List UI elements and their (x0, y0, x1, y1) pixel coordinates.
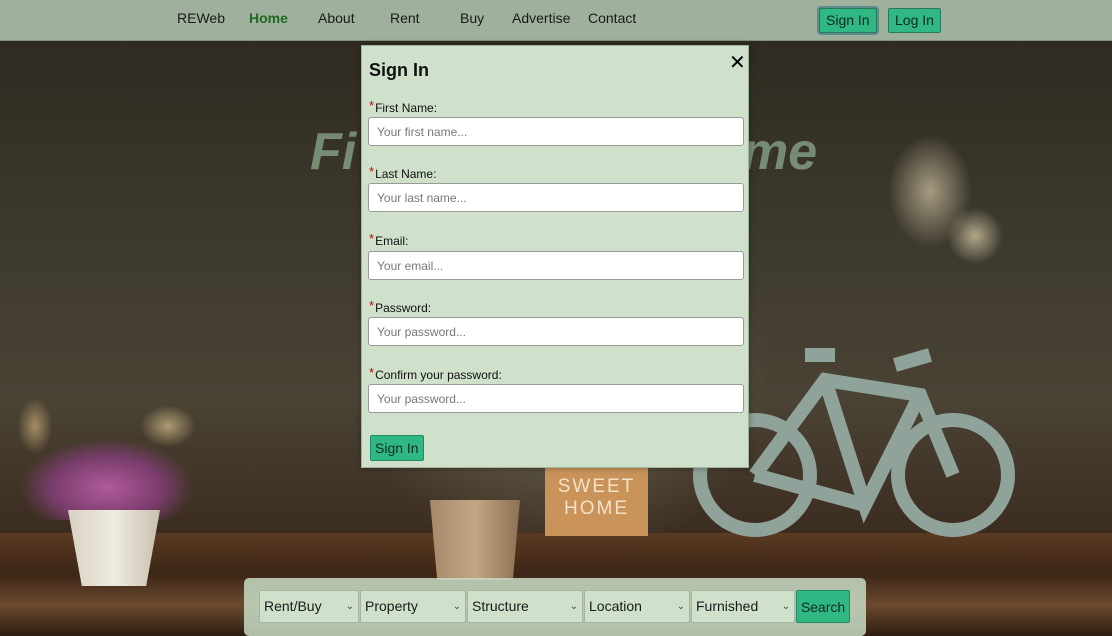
structure-select-value: Structure (472, 598, 529, 614)
nav-advertise[interactable]: Advertise (512, 10, 570, 26)
navbar: REWeb Home About Rent Buy Advertise Cont… (0, 0, 1112, 41)
sweet-home-sign: SWEET HOME (545, 462, 648, 536)
structure-select[interactable]: Structure ⌄ (467, 590, 583, 623)
confirm-password-input[interactable] (368, 384, 744, 413)
hero-title-right: me (742, 123, 818, 181)
furnished-select-value: Furnished (696, 598, 759, 614)
property-select-value: Property (365, 598, 418, 614)
rent-buy-select[interactable]: Rent/Buy ⌄ (259, 590, 359, 623)
required-marker: * (369, 164, 375, 179)
close-icon[interactable]: ✕ (729, 50, 746, 74)
last-name-label: *Last Name: (369, 164, 437, 181)
last-name-input[interactable] (368, 183, 744, 212)
chevron-down-icon: ⌄ (345, 601, 354, 612)
rent-buy-select-value: Rent/Buy (264, 598, 322, 614)
chevron-down-icon: ⌄ (569, 601, 578, 612)
email-input[interactable] (368, 251, 744, 280)
required-marker: * (369, 98, 375, 113)
email-label: *Email: (369, 231, 409, 248)
required-marker: * (369, 365, 375, 380)
first-name-label: *First Name: (369, 98, 438, 115)
nav-contact[interactable]: Contact (588, 10, 636, 26)
password-input[interactable] (368, 317, 744, 346)
signin-modal: Sign In ✕ *First Name: *Last Name: *Emai… (361, 45, 749, 468)
chevron-down-icon: ⌄ (452, 601, 461, 612)
flower-pot-image (68, 510, 160, 586)
nav-home-label: Home (249, 10, 288, 26)
password-label: *Password: (369, 298, 432, 315)
first-name-input[interactable] (368, 117, 744, 146)
confirm-password-label: *Confirm your password: (369, 365, 502, 382)
chevron-down-icon: ⌄ (676, 601, 685, 612)
nav-home[interactable]: Home (249, 10, 288, 26)
search-button[interactable]: Search (796, 590, 850, 623)
plant-pot-image (430, 500, 520, 580)
required-marker: * (369, 231, 375, 246)
location-select[interactable]: Location ⌄ (584, 590, 690, 623)
location-select-value: Location (589, 598, 642, 614)
nav-about[interactable]: About (318, 10, 355, 26)
nav-rent[interactable]: Rent (390, 10, 420, 26)
required-marker: * (369, 298, 375, 313)
nav-login-button[interactable]: Log In (888, 8, 941, 33)
chevron-down-icon: ⌄ (781, 601, 790, 612)
modal-title: Sign In (369, 60, 429, 80)
flower-plant-image (22, 440, 192, 520)
nav-signin-button[interactable]: Sign In (819, 8, 877, 33)
brand-link[interactable]: REWeb (177, 10, 225, 26)
search-panel: Rent/Buy ⌄ Property ⌄ Structure ⌄ Location ⌄… (244, 578, 866, 636)
hero-title-left: Fi (310, 123, 357, 181)
nav-buy[interactable]: Buy (460, 10, 484, 26)
signin-submit-button[interactable]: Sign In (370, 435, 424, 461)
furnished-select[interactable]: Furnished ⌄ (691, 590, 795, 623)
property-select[interactable]: Property ⌄ (360, 590, 466, 623)
